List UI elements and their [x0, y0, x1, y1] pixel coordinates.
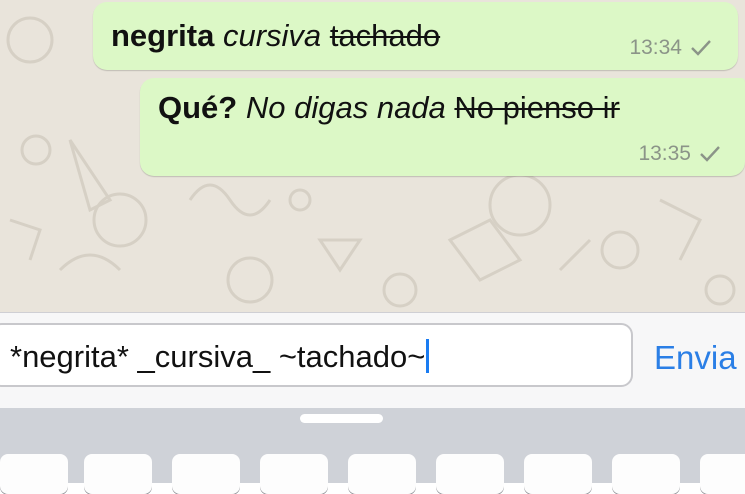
- chat-area: negrita cursiva tachado 13:34 Qué? No di…: [0, 0, 745, 312]
- input-text: *negrita* _cursiva_ ~tachado~: [10, 339, 426, 374]
- keyboard-grabber[interactable]: [300, 414, 383, 423]
- bold-text: Qué?: [158, 90, 238, 125]
- strikethrough-text: tachado: [329, 18, 441, 53]
- italic-text: No digas nada: [245, 90, 446, 125]
- text-cursor: [426, 339, 430, 373]
- bold-text: negrita: [111, 18, 215, 53]
- single-check-icon: [691, 40, 711, 56]
- keyboard-key[interactable]: [260, 454, 328, 494]
- on-screen-keyboard: [0, 408, 745, 494]
- italic-text: cursiva: [222, 18, 322, 53]
- message-meta: 13:35: [638, 142, 721, 166]
- keyboard-key[interactable]: [700, 454, 745, 494]
- keyboard-key[interactable]: [172, 454, 240, 494]
- keyboard-key[interactable]: [84, 454, 152, 494]
- message-text: Qué? No digas nada No pienso ir: [158, 90, 620, 126]
- message-text: negrita cursiva tachado: [111, 18, 440, 54]
- message-meta: 13:34: [629, 36, 712, 60]
- plain-text: [321, 18, 330, 53]
- keyboard-key[interactable]: [612, 454, 680, 494]
- message-time: 13:34: [629, 36, 682, 59]
- single-check-icon: [700, 146, 720, 162]
- plain-text: [237, 90, 246, 125]
- plain-text: [214, 18, 223, 53]
- keyboard-key[interactable]: [436, 454, 504, 494]
- send-button[interactable]: Envia: [654, 339, 737, 377]
- message-input[interactable]: *negrita* _cursiva_ ~tachado~: [0, 323, 633, 387]
- message-time: 13:35: [638, 142, 691, 165]
- message-composer: *negrita* _cursiva_ ~tachado~ Envia: [0, 312, 745, 409]
- keyboard-key[interactable]: [348, 454, 416, 494]
- strikethrough-text: No pienso ir: [454, 90, 620, 125]
- keyboard-key[interactable]: [524, 454, 592, 494]
- outgoing-message-bubble[interactable]: Qué? No digas nada No pienso ir 13:35: [140, 78, 745, 176]
- outgoing-message-bubble[interactable]: negrita cursiva tachado 13:34: [93, 2, 738, 70]
- keyboard-key[interactable]: [0, 454, 68, 494]
